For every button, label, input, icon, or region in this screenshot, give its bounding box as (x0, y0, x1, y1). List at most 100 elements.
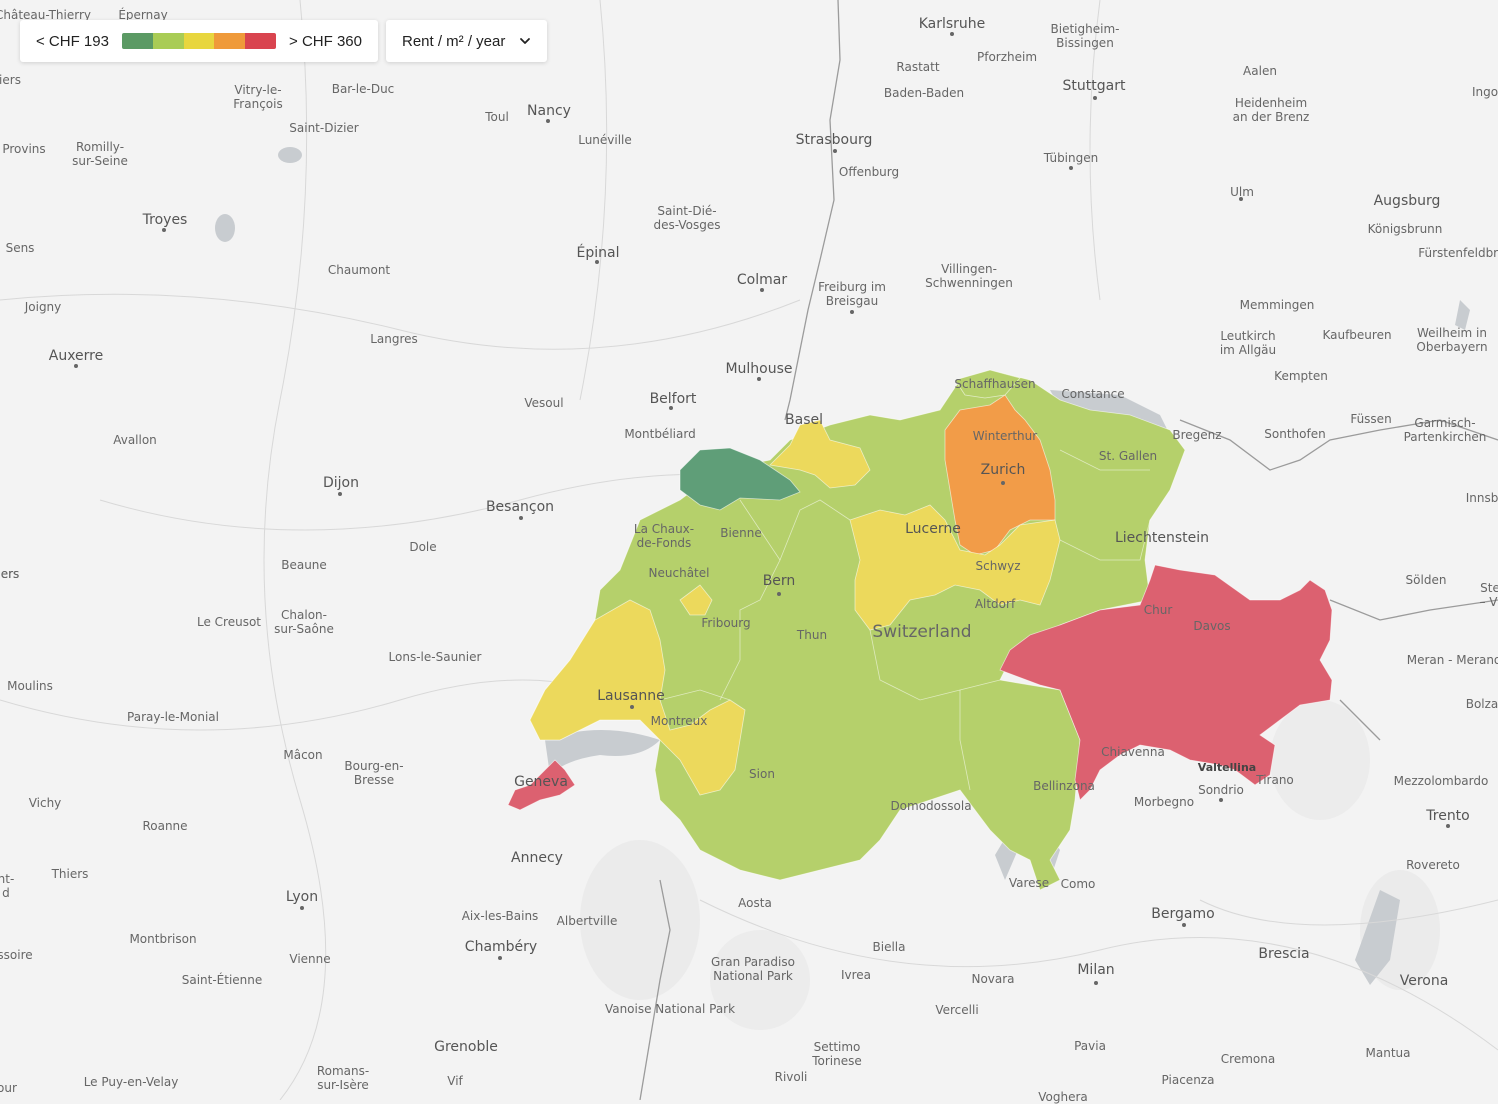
metric-dropdown[interactable]: Rent / m² / year (386, 20, 547, 62)
city-label-settimo: Settimo Torinese (812, 1040, 862, 1068)
city-label-neuchatel: Neuchâtel (648, 566, 710, 580)
city-label-grenoble: Grenoble (434, 1039, 498, 1055)
city-label-bar-le-duc: Bar-le-Duc (331, 82, 395, 96)
city-label-milan: Milan (1077, 962, 1115, 978)
city-label-le-creusot: Le Creusot (196, 615, 262, 629)
city-label-sonthofen: Sonthofen (1264, 427, 1326, 441)
city-label-st-gallen: St. Gallen (1098, 449, 1158, 463)
city-label-kempten: Kempten (1274, 369, 1328, 383)
city-label-konigsbrunn: Königsbrunn (1367, 222, 1443, 236)
city-label-vanoise: Vanoise National Park (604, 1002, 736, 1016)
city-label-ivrea: Ivrea (840, 968, 872, 982)
city-label-schaffhausen: Schaffhausen (954, 377, 1036, 391)
city-label-sondrio: Sondrio (1198, 783, 1244, 797)
city-label-augsburg: Augsburg (1373, 193, 1441, 209)
city-label-sens: Sens (5, 241, 35, 255)
city-label-macon: Mâcon (283, 748, 323, 762)
city-label-bellinzona: Bellinzona (1033, 779, 1095, 793)
city-label-winterthur: Winterthur (972, 429, 1038, 443)
city-label-ers2: ers (0, 567, 20, 581)
city-label-nancy: Nancy (527, 103, 571, 119)
map-canvas[interactable] (0, 0, 1498, 1100)
legend-swatch-5 (245, 33, 277, 49)
city-label-saint-dizier: Saint-Dizier (289, 121, 359, 135)
city-label-provins: Provins (2, 142, 46, 156)
city-label-heidenheim: Heidenheim an der Brenz (1232, 96, 1310, 124)
city-label-voghera: Voghera (1038, 1090, 1088, 1104)
city-label-bolza: Bolza (1465, 697, 1498, 711)
city-label-brescia: Brescia (1258, 946, 1310, 962)
city-label-weilheim: Weilheim in Oberbayern (1416, 326, 1488, 354)
city-label-vif: Vif (447, 1074, 463, 1088)
city-label-thun: Thun (796, 628, 828, 642)
city-label-altdorf: Altdorf (974, 597, 1016, 611)
city-label-montbeliard: Montbéliard (624, 427, 696, 441)
metric-dropdown-value: Rent / m² / year (402, 32, 506, 50)
city-label-saint-die: Saint-Dié-des-Vosges (653, 204, 721, 232)
city-label-ingo: Ingo (1471, 85, 1498, 99)
city-label-beaune: Beaune (281, 558, 327, 572)
city-label-chambery: Chambéry (464, 939, 538, 955)
city-label-joigny: Joigny (24, 300, 62, 314)
city-label-meran: Meran - Merano (1406, 653, 1498, 667)
city-label-bourg: Bourg-en- Bresse (344, 759, 404, 787)
city-label-villingen: Villingen- Schwenningen (925, 262, 1013, 290)
legend-min-label: < CHF 193 (36, 32, 109, 50)
legend-color-scale (121, 33, 277, 49)
city-label-iers: iers (0, 73, 21, 87)
city-label-aix: Aix-les-Bains (461, 909, 539, 923)
city-label-paray: Paray-le-Monial (127, 710, 219, 724)
city-label-thiers: Thiers (51, 867, 89, 881)
city-label-vitry: Vitry-le- François (233, 83, 283, 111)
city-label-kaufbeuren: Kaufbeuren (1322, 328, 1392, 342)
city-label-ulm: Ulm (1230, 185, 1254, 199)
city-label-biel: Bienne (720, 526, 762, 540)
legend-swatch-3 (183, 33, 215, 49)
city-label-toul: Toul (485, 110, 509, 124)
city-label-le-puy: Le Puy-en-Velay (83, 1075, 179, 1089)
city-label-lons: Lons-le-Saunier (388, 650, 482, 664)
city-label-offenburg: Offenburg (838, 165, 900, 179)
city-label-fussen: Füssen (1350, 412, 1392, 426)
legend-swatch-2 (152, 33, 184, 49)
city-label-bern: Bern (762, 573, 796, 589)
city-label-schwyz: Schwyz (975, 559, 1021, 573)
city-label-biella: Biella (872, 940, 906, 954)
city-label-pforzheim: Pforzheim (976, 50, 1038, 64)
city-label-zurich: Zurich (980, 462, 1026, 478)
city-label-rovereto: Rovereto (1406, 858, 1460, 872)
city-label-gran-paradiso: Gran Paradiso National Park (711, 955, 795, 983)
city-label-chalon: Chalon-sur-Saône (274, 608, 334, 636)
city-label-furstenfeld: Fürstenfeldbru (1418, 246, 1498, 260)
city-label-garmisch: Garmisch- Partenkirchen (1403, 416, 1487, 444)
city-label-stuttgart: Stuttgart (1062, 78, 1126, 94)
city-label-geneva: Geneva (514, 774, 568, 790)
city-label-novara: Novara (971, 972, 1015, 986)
city-label-baden-baden: Baden-Baden (883, 86, 965, 100)
city-label-lyon: Lyon (285, 889, 319, 905)
city-label-aosta: Aosta (738, 896, 772, 910)
city-label-montreux: Montreux (650, 714, 708, 728)
city-label-auxerre: Auxerre (48, 348, 104, 364)
city-label-vienne: Vienne (289, 952, 331, 966)
city-label-besancon: Besançon (485, 499, 555, 515)
city-label-montbrison: Montbrison (129, 932, 197, 946)
city-label-strasbourg: Strasbourg (795, 132, 873, 148)
city-label-dijon: Dijon (323, 475, 359, 491)
city-label-albertville: Albertville (556, 914, 618, 928)
city-label-dole: Dole (409, 540, 437, 554)
city-label-vercelli: Vercelli (935, 1003, 979, 1017)
city-label-troyes: Troyes (142, 212, 188, 228)
city-label-mantua: Mantua (1365, 1046, 1411, 1060)
legend-max-label: > CHF 360 (289, 32, 362, 50)
city-label-avallon: Avallon (113, 433, 157, 447)
city-label-lausanne: Lausanne (597, 688, 665, 704)
city-label-rivoli: Rivoli (774, 1070, 808, 1084)
city-label-la-chaux: La Chaux-de-Fonds (633, 522, 695, 550)
city-label-bietigheim: Bietigheim- Bissingen (1050, 22, 1120, 50)
city-label-fribourg: Fribourg (701, 616, 751, 630)
city-label-ssoire: ssoire (0, 948, 33, 962)
city-label-annecy: Annecy (511, 850, 563, 866)
city-label-solden: Sölden (1405, 573, 1447, 587)
city-label-bregenz: Bregenz (1172, 428, 1222, 442)
